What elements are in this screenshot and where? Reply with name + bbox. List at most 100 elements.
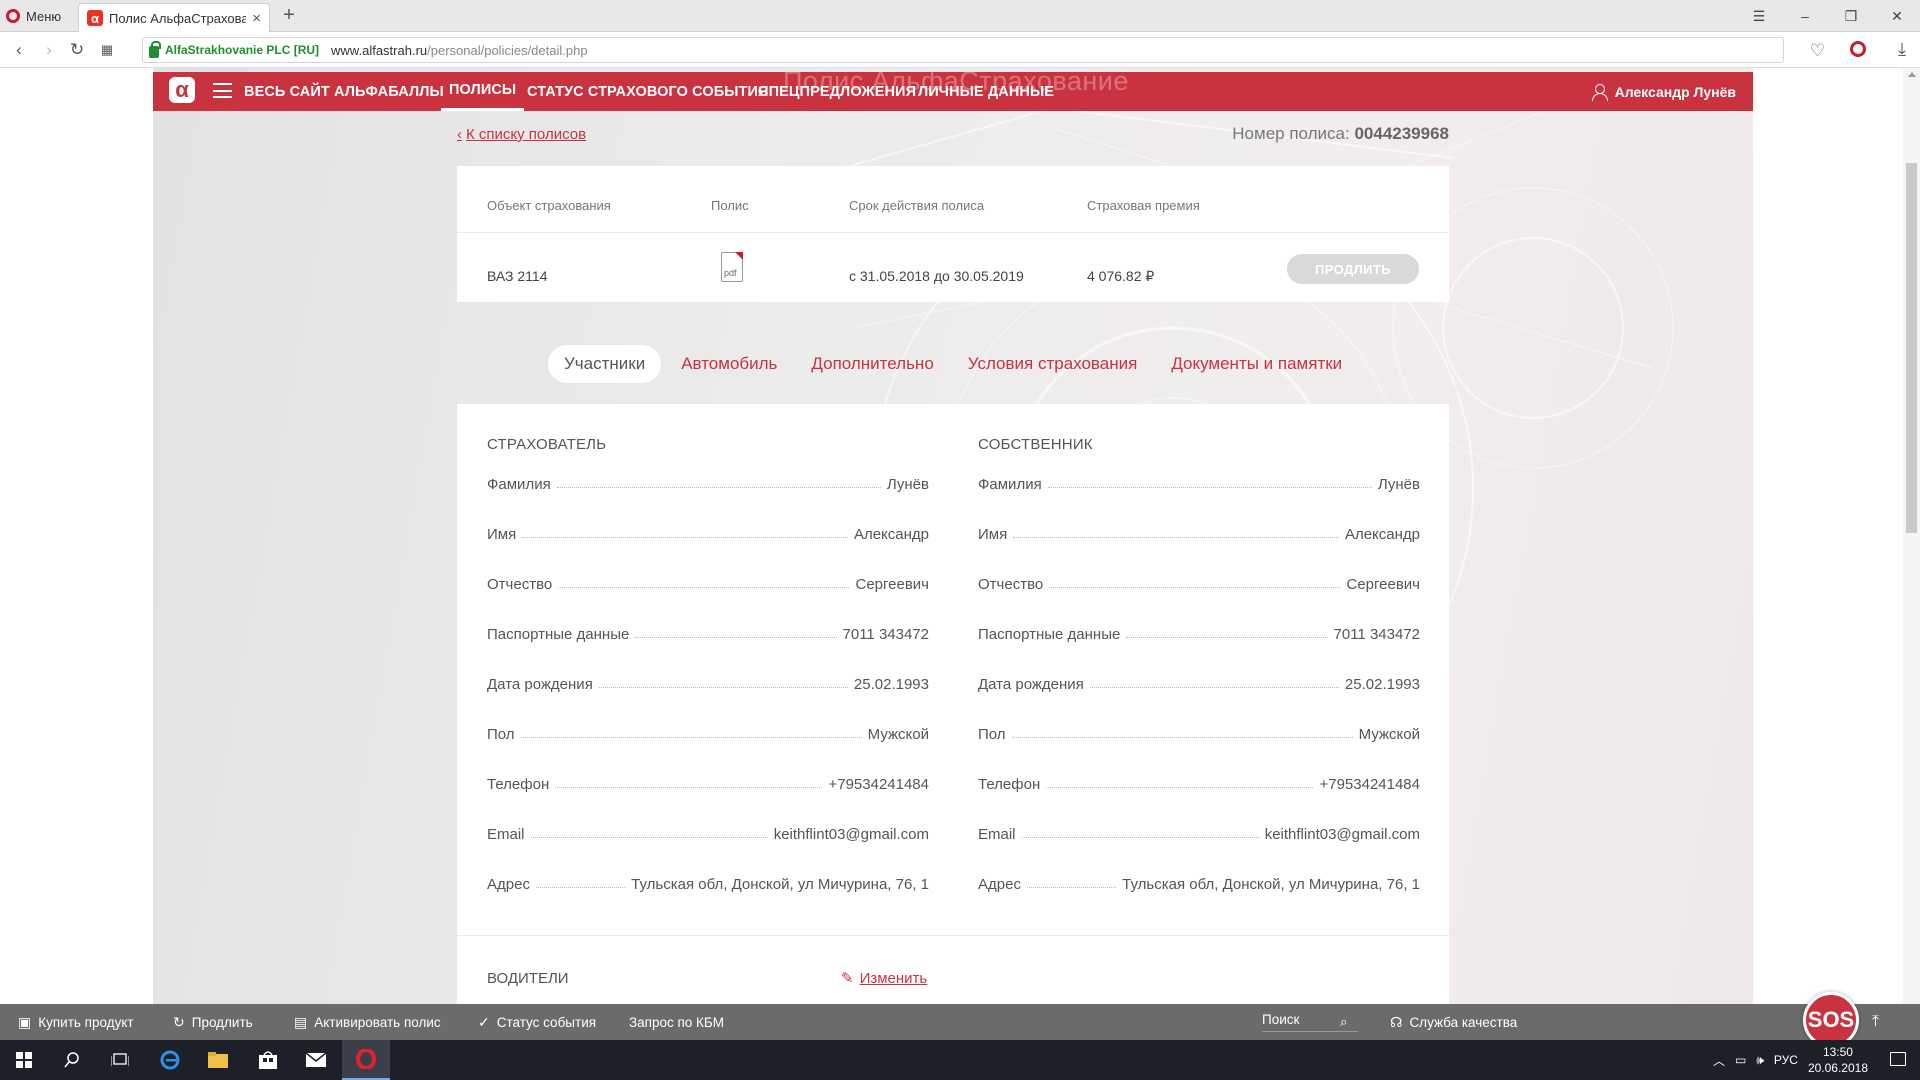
dotted-leader: [1046, 787, 1314, 788]
field-value: +79534241484: [1319, 776, 1420, 793]
tab-participants[interactable]: Участники: [548, 345, 662, 383]
chevron-left-icon: ‹: [457, 126, 462, 143]
buy-product-button[interactable]: ▣ Купить продукт: [18, 1004, 134, 1040]
pdf-icon[interactable]: pdf: [721, 252, 743, 282]
notifications-icon[interactable]: [1890, 1052, 1906, 1066]
field-label: Телефон: [978, 776, 1041, 793]
scrollbar-thumb[interactable]: [1906, 163, 1917, 533]
close-window-icon[interactable]: ✕: [1874, 0, 1920, 32]
change-drivers-link[interactable]: ✎ Изменить: [841, 969, 928, 988]
field-value: Сергеевич: [1346, 576, 1420, 593]
col-header-object: Объект страхования: [487, 198, 611, 213]
tab-vehicle[interactable]: Автомобиль: [681, 345, 777, 383]
forward-icon[interactable]: ›: [40, 40, 58, 59]
field-value: Мужской: [1358, 726, 1420, 743]
nav-item-special-offers[interactable]: СПЕЦПРЕДЛОЖЕНИЯ: [758, 72, 916, 111]
owner-row: Паспортные данные 7011 343472: [978, 621, 1420, 643]
browser-tab[interactable]: α Полис АльфаСтрахование ×: [78, 3, 270, 32]
kbm-request-button[interactable]: Запрос по КБМ: [629, 1004, 724, 1040]
dotted-leader: [1026, 887, 1117, 888]
hamburger-icon[interactable]: [213, 83, 232, 98]
reload-icon[interactable]: ↻: [68, 40, 86, 59]
field-value: 25.02.1993: [1344, 676, 1420, 693]
alfa-favicon-icon: α: [87, 10, 103, 26]
window-controls: ☰ – ❐ ✕: [1736, 0, 1920, 32]
store-icon[interactable]: [244, 1040, 292, 1080]
taskbar-search-icon[interactable]: [48, 1040, 96, 1080]
field-value: Тульская обл, Донской, ул Мичурина, 76, …: [631, 876, 929, 893]
policy-tabs: Участники Автомобиль Дополнительно Услов…: [548, 345, 1376, 383]
minimize-icon[interactable]: –: [1782, 0, 1828, 32]
file-explorer-icon[interactable]: [194, 1040, 242, 1080]
owner-row: Email keithflint03@gmail.com: [978, 821, 1420, 843]
nav-item-policies[interactable]: ПОЛИСЫ: [441, 72, 525, 111]
user-menu[interactable]: Александр Лунёв: [1591, 72, 1736, 111]
browser-menu-label: Меню: [26, 8, 62, 24]
policy-number: Номер полиса: 0044239968: [1232, 124, 1449, 144]
windows-start-icon[interactable]: [0, 1040, 48, 1080]
search-icon[interactable]: ⌕: [1340, 1004, 1348, 1040]
clock[interactable]: 13:50 20.06.2018: [1808, 1044, 1868, 1076]
owner-row: Дата рождения 25.02.1993: [978, 671, 1420, 693]
tab-additional[interactable]: Дополнительно: [811, 345, 933, 383]
back-to-policies-link[interactable]: ‹ К списку полисов: [457, 126, 586, 143]
back-icon[interactable]: ‹: [10, 40, 28, 59]
field-label: Отчество: [487, 576, 553, 593]
dotted-leader: [535, 887, 626, 888]
field-value: +79534241484: [828, 776, 929, 793]
page-scrollbar[interactable]: [1903, 68, 1920, 1004]
nav-item-claim-status[interactable]: СТАТУС СТРАХОВОГО СОБЫТИЯ: [527, 72, 769, 111]
scroll-to-top-icon[interactable]: ⤒: [1872, 1013, 1879, 1031]
tab-close-icon[interactable]: ×: [252, 10, 261, 27]
download-icon[interactable]: ⤓: [1898, 39, 1906, 60]
drivers-section-title: ВОДИТЕЛИ: [487, 970, 569, 987]
lock-icon: [149, 41, 161, 58]
field-value: Тульская обл, Донской, ул Мичурина, 76, …: [1122, 876, 1420, 893]
edge-icon[interactable]: [146, 1040, 194, 1080]
mail-icon[interactable]: [292, 1040, 340, 1080]
tab-menu-icon[interactable]: ☰: [1736, 0, 1782, 32]
dotted-leader: [555, 787, 823, 788]
tray-chevron-icon[interactable]: ︿: [1713, 1052, 1725, 1069]
renew-button[interactable]: ПРОДЛИТЬ: [1287, 254, 1419, 284]
owner-row: Пол Мужской: [978, 721, 1420, 743]
browser-menu-button[interactable]: Меню: [6, 6, 61, 26]
dotted-leader: [1011, 737, 1353, 738]
bookmark-heart-icon[interactable]: ♡: [1810, 41, 1825, 61]
system-tray: ︿ ▭ 🕪 РУС 13:50 20.06.2018: [1713, 1040, 1868, 1080]
language-indicator[interactable]: РУС: [1774, 1053, 1798, 1067]
volume-icon[interactable]: 🕪: [1756, 1053, 1764, 1068]
tab-documents[interactable]: Документы и памятки: [1171, 345, 1342, 383]
activate-policy-button[interactable]: ▤ Активировать полис: [294, 1004, 441, 1040]
nav-item-personal-data[interactable]: ЛИЧНЫЕ ДАННЫЕ: [918, 72, 1054, 111]
field-label: Пол: [978, 726, 1006, 743]
network-icon[interactable]: ▭: [1735, 1053, 1746, 1067]
tab-insurance-terms[interactable]: Условия страхования: [968, 345, 1138, 383]
alfa-logo-icon[interactable]: α: [169, 77, 195, 103]
certificate-label[interactable]: AlfaStrakhovanie PLC [RU]: [165, 43, 319, 57]
dotted-leader: [530, 837, 768, 838]
event-status-button[interactable]: ✓ Статус события: [478, 1004, 596, 1040]
opera-taskbar-icon[interactable]: [342, 1040, 390, 1080]
change-label: Изменить: [859, 969, 928, 987]
url-field[interactable]: AlfaStrakhovanie PLC [RU] www.alfastrah.…: [142, 37, 1784, 63]
insurer-row: Фамилия Лунёв: [487, 471, 929, 493]
task-view-icon[interactable]: [96, 1040, 144, 1080]
nav-item-whole-site[interactable]: ВЕСЬ САЙТ: [244, 72, 330, 111]
policy-number-value: 0044239968: [1354, 124, 1449, 143]
scroll-up-arrow-icon[interactable]: [1908, 72, 1916, 77]
activate-label: Активировать полис: [314, 1014, 441, 1030]
edit-icon: ✎: [841, 970, 854, 987]
speed-dial-icon[interactable]: ▦: [98, 41, 116, 59]
nav-item-alfabonus[interactable]: АЛЬФАБАЛЛЫ: [334, 72, 444, 111]
restore-icon[interactable]: ❐: [1828, 0, 1874, 32]
event-status-label: Статус события: [496, 1014, 597, 1030]
renew-bar-button[interactable]: ↻ Продлить: [173, 1004, 253, 1040]
new-tab-button[interactable]: +: [278, 4, 300, 27]
site-container: Полис АльфаСтрахование α ВЕСЬ САЙТ АЛЬФА…: [153, 68, 1753, 1004]
bottom-action-bar: ▣ Купить продукт ↻ Продлить ▤ Активировать …: [0, 992, 1920, 1048]
quality-service-button[interactable]: ☊ Служба качества: [1390, 1004, 1517, 1040]
insurer-row: Email keithflint03@gmail.com: [487, 821, 929, 843]
opera-extension-icon[interactable]: [1850, 41, 1866, 57]
field-value: Лунёв: [1377, 476, 1420, 493]
